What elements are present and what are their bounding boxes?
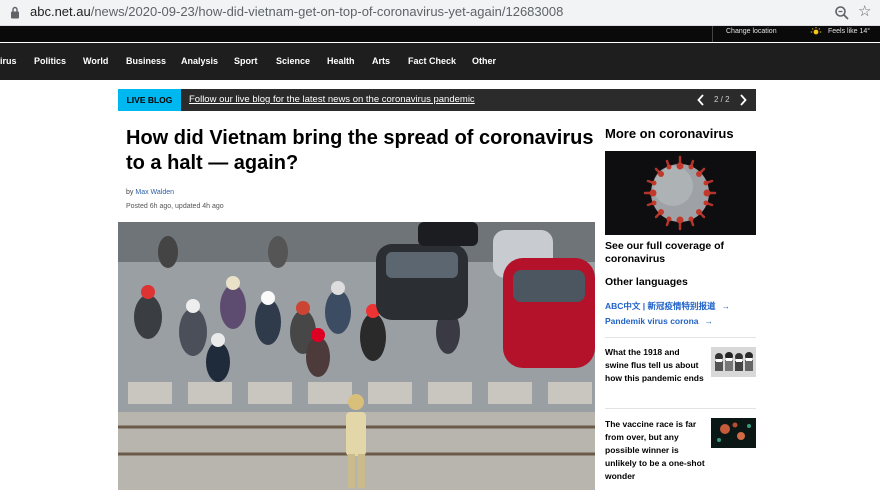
weather-feels-like: Feels like 14°	[828, 28, 871, 35]
article-headline: How did Vietnam bring the spread of coro…	[126, 127, 594, 174]
hero-image	[118, 222, 595, 490]
coronavirus-illustration	[605, 151, 756, 235]
sun-icon	[810, 27, 822, 35]
related-story-flus-thumbnail[interactable]	[711, 347, 756, 377]
sidebar-heading: More on coronavirus	[605, 126, 734, 141]
change-location-link[interactable]: Change location	[726, 28, 777, 35]
language-link-chinese[interactable]: ABC中文 | 新冠疫情特别报道 →	[605, 300, 730, 312]
url-text[interactable]: abc.net.au/news/2020-09-23/how-did-vietn…	[30, 4, 563, 19]
url-path: /news/2020-09-23/how-did-vietnam-get-on-…	[90, 4, 564, 19]
arrow-right-icon: →	[721, 301, 731, 311]
sidebar-divider	[605, 337, 756, 338]
sidebar-divider	[605, 408, 756, 409]
related-story-flus[interactable]: What the 1918 and swine flus tell us abo…	[605, 346, 705, 385]
related-story-vaccine-thumbnail[interactable]	[711, 418, 756, 448]
author-link[interactable]: Max Walden	[135, 189, 174, 196]
url-host: abc.net.au	[30, 4, 91, 19]
language-link-indonesian[interactable]: Pandemik virus corona →	[605, 316, 713, 326]
live-blog-pager: 2 / 2	[714, 95, 730, 104]
related-story-vaccine[interactable]: The vaccine race is far from over, but a…	[605, 418, 705, 483]
byline-prefix: by	[126, 189, 134, 196]
live-blog-banner: LIVE BLOG Follow our live blog for the l…	[118, 89, 756, 111]
browser-address-bar[interactable]: abc.net.au/news/2020-09-23/how-did-vietn…	[0, 0, 880, 26]
nav-item-other[interactable]: Other	[472, 56, 496, 66]
posted-time: Posted 6h ago, updated 4h ago	[126, 203, 224, 210]
vintage-photo-illustration	[711, 347, 756, 377]
star-icon[interactable]: ☆	[858, 4, 871, 20]
utility-bar: Change location Feels like 14°	[0, 26, 880, 42]
main-nav: irus Politics World Business Analysis Sp…	[0, 43, 880, 80]
full-coverage-link[interactable]: See our full coverage of coronavirus	[605, 240, 755, 266]
nav-item-coronavirus[interactable]: irus	[0, 56, 17, 66]
lock-icon[interactable]	[10, 6, 20, 19]
virus-cells-illustration	[711, 418, 756, 448]
coronavirus-image[interactable]	[605, 151, 756, 235]
nav-item-science[interactable]: Science	[276, 56, 310, 66]
live-blog-tag: LIVE BLOG	[118, 89, 181, 111]
byline: by Max Walden	[126, 189, 174, 196]
live-blog-link[interactable]: Follow our live blog for the latest news…	[189, 94, 475, 105]
chevron-right-icon[interactable]	[738, 93, 748, 107]
nav-item-business[interactable]: Business	[126, 56, 166, 66]
nav-item-sport[interactable]: Sport	[234, 56, 258, 66]
nav-item-arts[interactable]: Arts	[372, 56, 390, 66]
zoom-icon[interactable]	[834, 5, 850, 21]
language-link-label: Pandemik virus corona	[605, 316, 699, 326]
hero-illustration	[118, 222, 595, 490]
utility-divider	[712, 26, 713, 42]
nav-item-world[interactable]: World	[83, 56, 108, 66]
arrow-right-icon: →	[704, 316, 714, 326]
other-languages-heading: Other languages	[605, 276, 688, 288]
nav-item-health[interactable]: Health	[327, 56, 355, 66]
nav-item-politics[interactable]: Politics	[34, 56, 66, 66]
chevron-left-icon[interactable]	[696, 93, 706, 107]
nav-item-fact-check[interactable]: Fact Check	[408, 56, 456, 66]
nav-item-analysis[interactable]: Analysis	[181, 56, 218, 66]
language-link-label: ABC中文 | 新冠疫情特别报道	[605, 301, 716, 311]
